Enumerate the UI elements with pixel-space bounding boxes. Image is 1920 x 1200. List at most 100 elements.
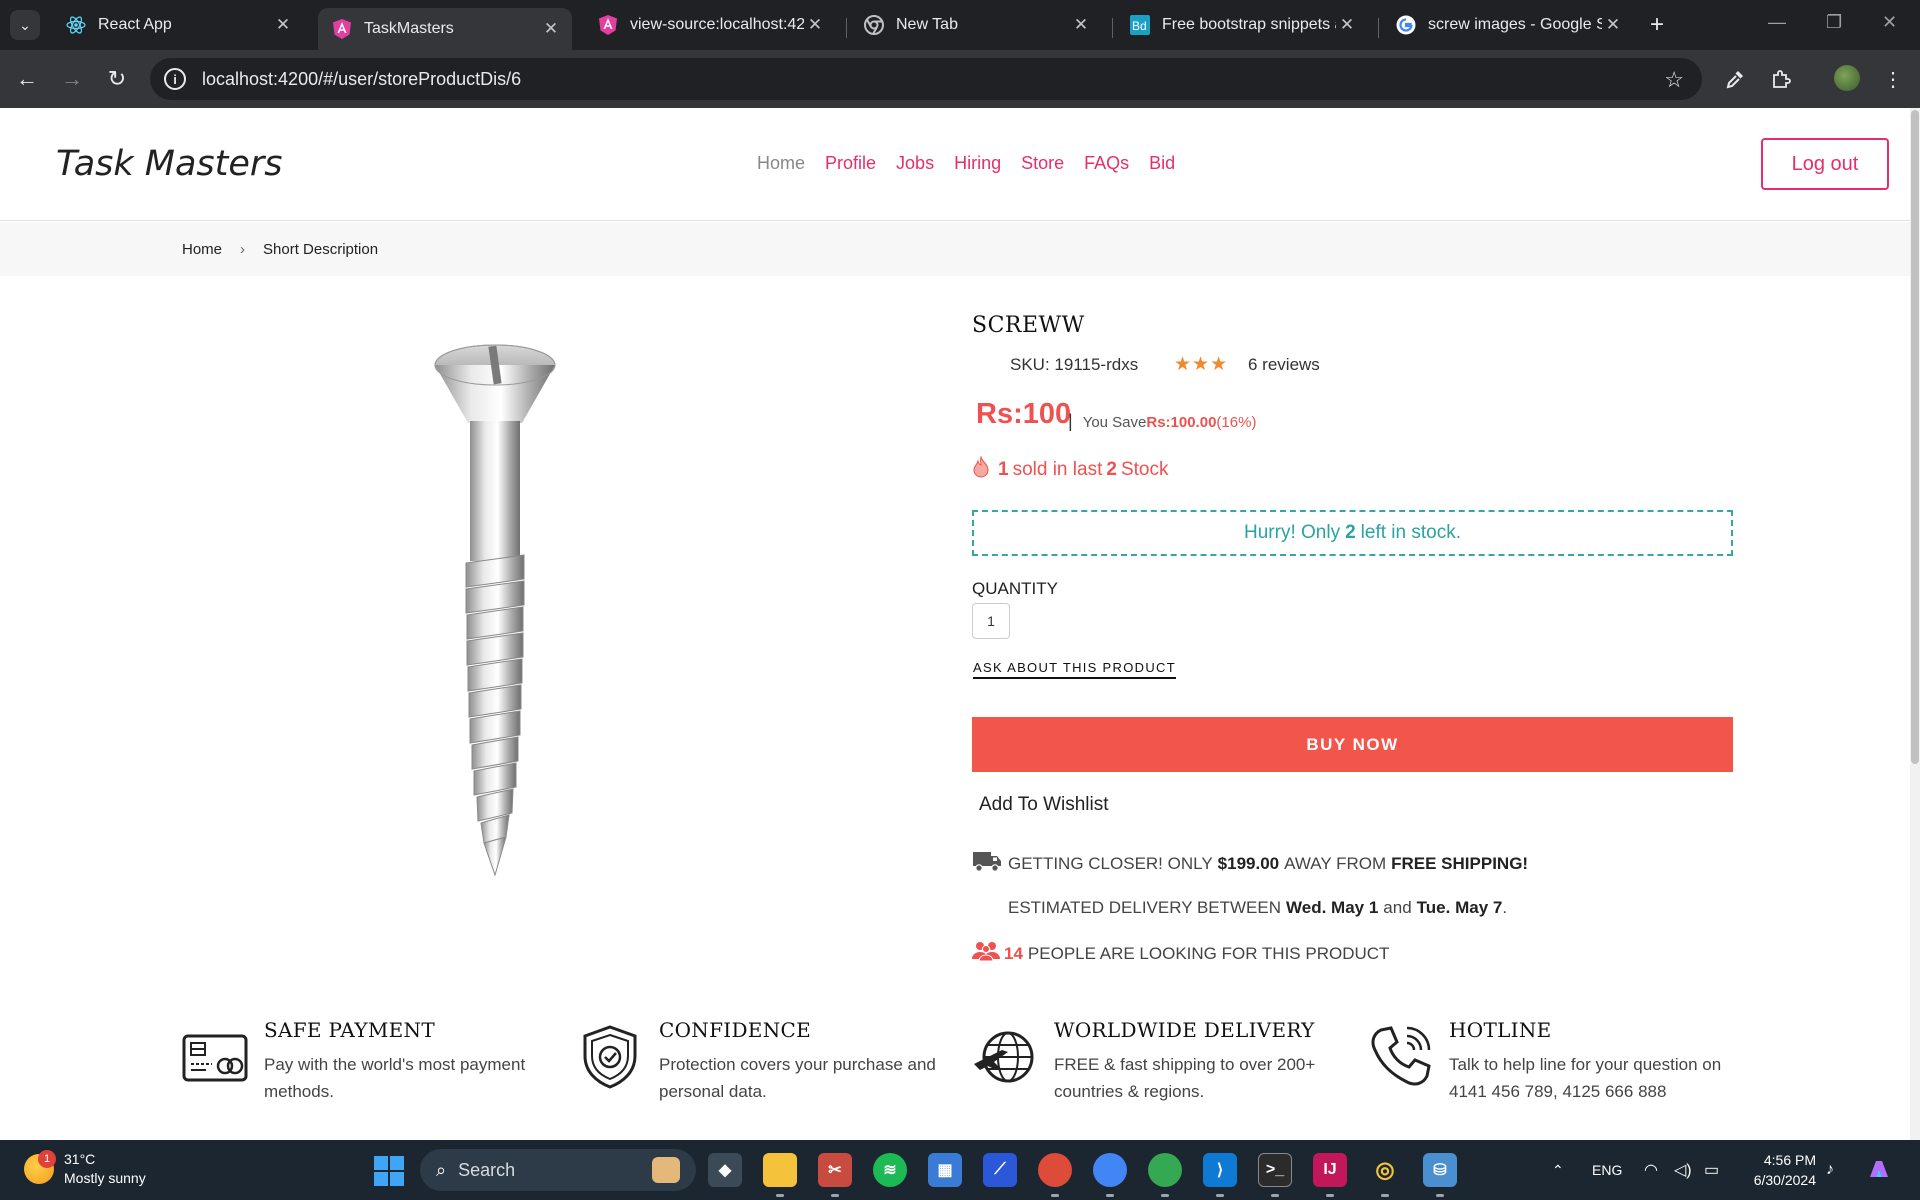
language-indicator[interactable]: ENG: [1592, 1140, 1622, 1200]
react-icon: [66, 15, 86, 35]
back-button[interactable]: ←: [12, 64, 42, 94]
nav-jobs[interactable]: Jobs: [896, 153, 934, 174]
clock-time: 4:56 PM: [1763, 1152, 1816, 1168]
weather-temp: 31°C: [64, 1151, 96, 1167]
more-menu-icon[interactable]: ⋮: [1878, 64, 1908, 94]
feature-title: CONFIDENCE: [659, 1018, 812, 1042]
address-bar[interactable]: i localhost:4200/#/user/storeProductDis/…: [150, 58, 1702, 100]
weather-desc: Mostly sunny: [64, 1170, 146, 1186]
running-indicator: [776, 1194, 784, 1197]
nav-hiring[interactable]: Hiring: [954, 153, 1001, 174]
intellij-icon[interactable]: IJ: [1313, 1153, 1347, 1187]
close-icon[interactable]: ✕: [540, 19, 562, 39]
breadcrumb-home[interactable]: Home: [182, 241, 222, 258]
microsoft-store-icon[interactable]: ▦: [928, 1153, 962, 1187]
running-indicator: [1381, 1194, 1389, 1197]
tab-title: React App: [98, 16, 172, 33]
battery-icon[interactable]: ▭: [1704, 1140, 1719, 1200]
fire-icon: [972, 455, 990, 484]
bookmark-star-icon[interactable]: ☆: [1664, 67, 1684, 93]
extensions-puzzle-icon[interactable]: [1766, 64, 1796, 94]
windows-start-icon[interactable]: [374, 1156, 404, 1186]
url-text[interactable]: localhost:4200/#/user/storeProductDis/6: [202, 69, 521, 90]
feature-title: WORLDWIDE DELIVERY: [1054, 1018, 1315, 1042]
chrome-profile-2-icon[interactable]: [1093, 1153, 1127, 1187]
weather-widget[interactable]: 1 31°C Mostly sunny: [24, 1150, 146, 1188]
terminal-icon[interactable]: >_: [1258, 1153, 1292, 1187]
ship-mid: AWAY FROM: [1284, 853, 1387, 873]
close-icon[interactable]: ✕: [1070, 15, 1092, 35]
nav-profile[interactable]: Profile: [825, 153, 876, 174]
new-tab-button[interactable]: +: [1650, 12, 1664, 38]
chrome-icon: [864, 15, 884, 35]
tab-bootstrap-snippets[interactable]: Bd Free bootstrap snippets an ✕: [1116, 8, 1368, 42]
notification-bell-icon[interactable]: ♪: [1826, 1140, 1834, 1200]
power-automate-icon[interactable]: ⟋: [983, 1153, 1017, 1187]
close-icon[interactable]: ✕: [272, 15, 294, 35]
restore-button[interactable]: ❐: [1826, 12, 1842, 33]
taskbar-search[interactable]: ⌕ Search: [420, 1149, 696, 1191]
ask-about-product-link[interactable]: ASK ABOUT THIS PRODUCT: [973, 660, 1176, 679]
tab-separator: [846, 18, 847, 38]
close-window-button[interactable]: ✕: [1882, 12, 1897, 33]
reviews-link[interactable]: 6 reviews: [1248, 355, 1320, 375]
feature-text: Talk to help line for your question on 4…: [1449, 1055, 1722, 1101]
minimize-button[interactable]: —: [1768, 12, 1786, 33]
savings-text: | You SaveRs:100.00(16%): [1068, 411, 1256, 432]
linux-penguin-icon[interactable]: ◎: [1368, 1153, 1402, 1187]
task-view-icon[interactable]: ◆: [708, 1153, 742, 1187]
clock[interactable]: 4:56 PM 6/30/2024: [1730, 1150, 1816, 1190]
snipping-tool-icon[interactable]: ✂: [818, 1153, 852, 1187]
product-image: [420, 343, 570, 883]
breadcrumb-separator: ›: [240, 240, 246, 258]
tab-search-button[interactable]: ⌄: [10, 10, 40, 40]
save-amount: Rs:100.00: [1146, 414, 1217, 431]
close-icon[interactable]: ✕: [1602, 15, 1624, 35]
credit-card-icon: [182, 1024, 248, 1090]
reload-button[interactable]: ↻: [102, 64, 132, 94]
scrollbar-thumb[interactable]: [1911, 110, 1919, 764]
running-indicator: [1106, 1194, 1114, 1197]
nav-home[interactable]: Home: [757, 153, 805, 174]
close-icon[interactable]: ✕: [1336, 15, 1358, 35]
nav-bid[interactable]: Bid: [1149, 153, 1175, 174]
volume-icon[interactable]: ◁): [1674, 1140, 1692, 1200]
product-price: Rs:100: [976, 398, 1072, 430]
spotify-icon[interactable]: ≋: [873, 1153, 907, 1187]
add-to-wishlist-link[interactable]: Add To Wishlist: [979, 794, 1109, 816]
quantity-input[interactable]: 1: [972, 603, 1010, 639]
chrome-profile-3-icon[interactable]: [1148, 1153, 1182, 1187]
tab-taskmasters[interactable]: TaskMasters ✕: [318, 8, 572, 50]
buy-now-button[interactable]: BUY NOW: [972, 717, 1733, 772]
forward-button[interactable]: →: [57, 64, 87, 94]
logout-button[interactable]: Log out: [1761, 138, 1889, 190]
chrome-profile-1-icon[interactable]: [1038, 1153, 1072, 1187]
copilot-icon[interactable]: [1866, 1140, 1892, 1200]
site-info-icon[interactable]: i: [164, 68, 186, 90]
site-logo[interactable]: Task Masters: [56, 144, 283, 184]
ship-prefix: GETTING CLOSER! ONLY: [1008, 853, 1213, 873]
tab-react-app[interactable]: React App ✕: [52, 8, 304, 42]
tray-overflow-icon[interactable]: ⌃: [1552, 1140, 1564, 1200]
eyedropper-extension-icon[interactable]: [1720, 64, 1750, 94]
main-nav: Home Profile Jobs Hiring Store FAQs Bid: [757, 153, 1175, 174]
mysql-workbench-icon[interactable]: ⛁: [1423, 1153, 1457, 1187]
wifi-icon[interactable]: ◠: [1644, 1140, 1658, 1200]
page-scrollbar[interactable]: [1910, 108, 1920, 1140]
profile-avatar[interactable]: [1834, 65, 1860, 91]
angular-icon: [332, 19, 352, 39]
vscode-icon[interactable]: ⟩: [1203, 1153, 1237, 1187]
nav-store[interactable]: Store: [1021, 153, 1064, 174]
nav-faqs[interactable]: FAQs: [1084, 153, 1129, 174]
delivery-start: Wed. May 1: [1286, 898, 1379, 917]
tab-new-tab[interactable]: New Tab ✕: [850, 8, 1102, 42]
tab-google-search[interactable]: screw images - Google Sea ✕: [1382, 8, 1634, 42]
file-explorer-icon[interactable]: [763, 1153, 797, 1187]
tab-view-source[interactable]: view-source:localhost:4200 ✕: [584, 8, 836, 42]
tab-title: New Tab: [896, 16, 958, 33]
running-indicator: [1326, 1194, 1334, 1197]
stock-alert: Hurry! Only 2 left in stock.: [972, 510, 1733, 556]
close-icon[interactable]: ✕: [804, 15, 826, 35]
sold-suffix: Stock: [1120, 459, 1169, 480]
breadcrumb: Home › Short Description: [0, 222, 1910, 276]
